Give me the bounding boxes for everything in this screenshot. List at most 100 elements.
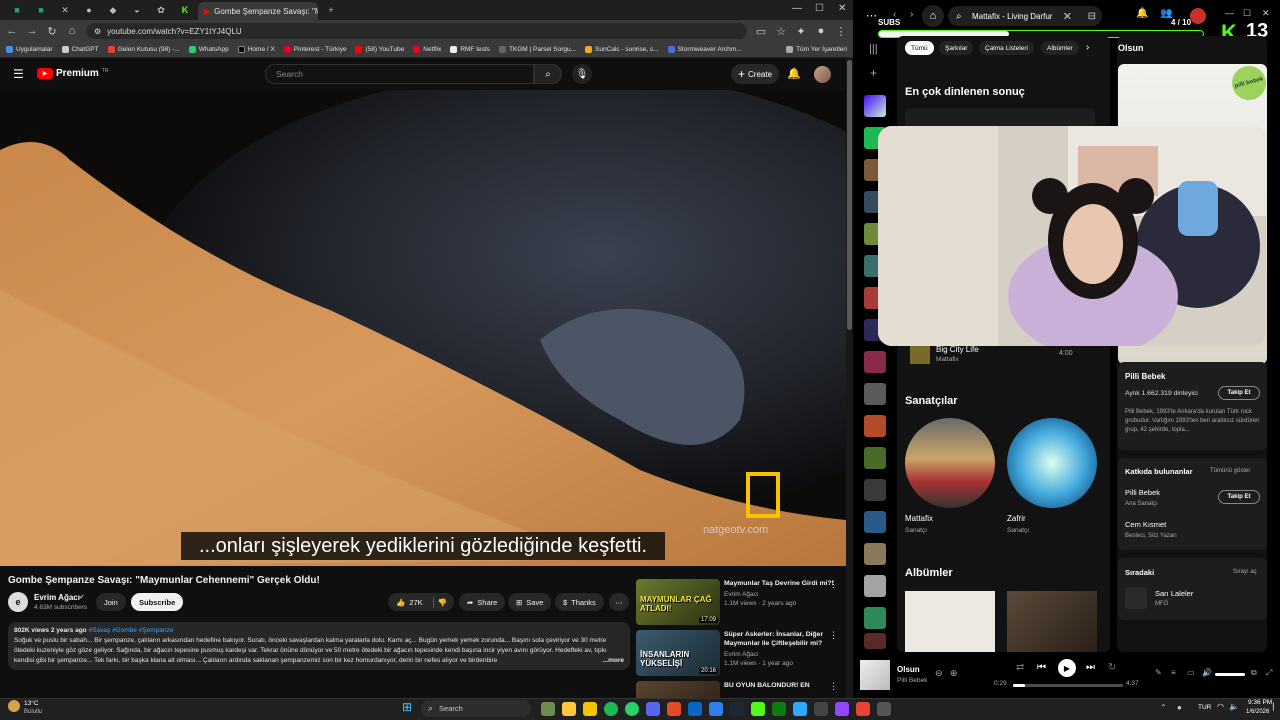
minimize-icon[interactable]: — <box>792 3 802 14</box>
bookmark-x[interactable]: Home / X <box>237 46 275 53</box>
recommendation-menu-icon[interactable]: ⋮ <box>829 630 838 641</box>
avatar[interactable] <box>814 66 831 83</box>
bookmark-tkgm[interactable]: TKGM | Parsel Sorgu... <box>498 46 576 53</box>
recommendation-thumbnail[interactable]: İNSANLARIN YÜKSELİŞİ 20:16 <box>636 630 720 676</box>
queue-track-artist[interactable]: MFÖ <box>1155 601 1168 607</box>
chip-songs[interactable]: Şarkılar <box>939 41 974 55</box>
weather-temperature[interactable]: 13°C <box>24 700 39 707</box>
recommendation-menu-icon[interactable]: ⋮ <box>829 579 838 590</box>
recommendation-thumbnail[interactable] <box>636 681 720 698</box>
library-item[interactable] <box>864 447 886 469</box>
queue-track-title[interactable]: Sarı Laleler <box>1155 589 1193 598</box>
create-button[interactable]: + Create <box>731 64 779 84</box>
recommendation-title[interactable]: Maymunlar Taş Devrine Girdi mi?! <box>724 579 834 588</box>
cast-icon[interactable]: ▭ <box>755 25 767 38</box>
contributor-name[interactable]: Cem Kısmet <box>1125 520 1166 529</box>
youtube-logo[interactable]: ▶ Premium TR <box>37 68 108 79</box>
maximize-icon[interactable]: ☐ <box>815 3 824 14</box>
home-icon[interactable]: ⌂ <box>66 25 78 37</box>
previous-icon[interactable]: ⏮ <box>1037 662 1046 673</box>
search-input[interactable]: Search <box>265 64 534 84</box>
library-item[interactable] <box>864 575 886 597</box>
about-artist-name[interactable]: Pilli Bebek <box>1125 372 1165 381</box>
notifications-icon[interactable]: 🔔 <box>1136 8 1148 19</box>
kick-taskbar-icon[interactable] <box>751 702 765 716</box>
liked-songs-icon[interactable] <box>864 95 886 117</box>
bookmark-suncalc[interactable]: SunCalc - sunrise, s... <box>585 46 659 53</box>
openai-tab-icon[interactable]: ✿ <box>150 2 172 18</box>
github-tab-icon[interactable]: ◆ <box>102 2 124 18</box>
reload-icon[interactable]: ↻ <box>46 25 58 38</box>
follow-button[interactable]: Takip Et <box>1218 386 1260 400</box>
app-taskbar-icon[interactable] <box>688 702 702 716</box>
clock-date[interactable]: 1/6/2026 <box>1246 709 1269 715</box>
recommendation-item[interactable]: İNSANLARIN YÜKSELİŞİ 20:16 Süper Askerle… <box>636 630 846 676</box>
add-to-playlist-icon[interactable]: ⊖ <box>935 668 943 679</box>
menu-dots-icon[interactable]: ⋮ <box>835 25 847 38</box>
bookmark-whatsapp[interactable]: WhatsApp <box>188 46 229 53</box>
library-item[interactable] <box>864 633 886 649</box>
thumbs-down-icon[interactable]: 👎 <box>438 598 447 607</box>
file-explorer-icon[interactable] <box>562 702 576 716</box>
browse-icon[interactable]: ⊟ <box>1088 11 1096 22</box>
photoshop-taskbar-icon[interactable] <box>793 702 807 716</box>
library-item[interactable] <box>864 607 886 629</box>
hamburger-menu-icon[interactable]: ☰ <box>13 67 24 81</box>
url-field[interactable]: ⚙ youtube.com/watch?v=EZY1tYJ4QLU <box>86 23 747 39</box>
chips-next-icon[interactable]: › <box>1086 42 1089 53</box>
app-taskbar-icon[interactable] <box>856 702 870 716</box>
clear-search-icon[interactable]: ✕ <box>1063 10 1072 23</box>
tab-youtube-active[interactable]: ▶ Gombe Şempanze Savaşı: "M ♪ ✕ <box>198 2 318 20</box>
app-taskbar-icon[interactable] <box>709 702 723 716</box>
windows-start-icon[interactable]: ⊞ <box>402 700 412 714</box>
extensions-icon[interactable]: ✦ <box>795 25 807 38</box>
description-tags[interactable]: #Savaş #Gombe #Şempanze <box>88 627 173 634</box>
chrome-icon[interactable] <box>583 702 597 716</box>
artist-name[interactable]: Mattafix <box>905 514 933 523</box>
volume-tray-icon[interactable]: 🔈 <box>1229 702 1239 711</box>
chat-tab-icon[interactable]: ◒ <box>126 2 148 18</box>
app-taskbar-icon[interactable] <box>835 702 849 716</box>
recommendation-item[interactable]: MAYMUNLAR ÇAĞ ATLADI! 17:09 Maymunlar Ta… <box>636 579 846 625</box>
shuffle-icon[interactable]: ⇄ <box>1016 662 1024 673</box>
site-info-icon[interactable]: ⚙ <box>94 27 101 36</box>
next-icon[interactable]: ⏭ <box>1086 662 1095 673</box>
playback-progress-bar[interactable] <box>1013 684 1123 687</box>
kick-tab-icon[interactable]: K <box>174 2 196 18</box>
notifications-bell-icon[interactable]: 🔔 <box>787 67 801 80</box>
artist-image-zafrir[interactable] <box>1007 418 1097 508</box>
sheets-tab-icon[interactable]: ■ <box>30 2 52 18</box>
song-artist[interactable]: Mattafix <box>936 356 959 363</box>
page-scrollbar-thumb[interactable] <box>847 60 852 330</box>
volume-slider[interactable] <box>1215 673 1245 676</box>
thanks-button[interactable]: $ Thanks <box>555 593 604 611</box>
recommendation-thumbnail[interactable]: MAYMUNLAR ÇAĞ ATLADI! 17:09 <box>636 579 720 625</box>
channel-name[interactable]: Evrim Ağacı <box>34 593 80 602</box>
bookmark-pinterest[interactable]: Pinterest - Türkiye <box>283 46 346 53</box>
spotify-minimize-icon[interactable]: — <box>1225 8 1234 18</box>
song-cover[interactable] <box>910 344 930 364</box>
task-view-icon[interactable] <box>541 702 555 716</box>
show-all-link[interactable]: Tümünü göster <box>1210 468 1250 474</box>
now-playing-title[interactable]: Olsun <box>897 665 920 674</box>
description-more-link[interactable]: ...more <box>598 656 624 666</box>
bookmark-rmf[interactable]: RMF tests <box>450 46 490 53</box>
library-item[interactable] <box>864 543 886 565</box>
bookmark-gmail[interactable]: Gelen Kutusu (98) -... <box>107 46 180 53</box>
x-tab-icon[interactable]: ✕ <box>54 2 76 18</box>
recommendation-item[interactable]: BU OYUN BALONDUR! EN ⋮ <box>636 681 846 698</box>
video-player[interactable] <box>0 90 846 566</box>
xbox-taskbar-icon[interactable] <box>772 702 786 716</box>
contributor-name[interactable]: Pilli Bebek <box>1125 488 1160 497</box>
input-language[interactable]: TUR <box>1198 704 1211 711</box>
more-actions-button[interactable]: ⋯ <box>609 593 629 611</box>
now-playing-artist[interactable]: Pilli Bebek <box>897 677 927 684</box>
spotify-menu-dots-icon[interactable]: ⋯ <box>866 9 877 22</box>
chip-albums[interactable]: Albümler <box>1041 41 1079 55</box>
weather-icon[interactable] <box>8 700 20 712</box>
share-button[interactable]: ➦ Share <box>459 593 506 611</box>
volume-icon[interactable]: 🔊 <box>1202 668 1212 677</box>
lyrics-icon[interactable]: ✎ <box>1155 668 1162 677</box>
recommendation-menu-icon[interactable]: ⋮ <box>829 681 838 692</box>
voice-search-button[interactable]: 🎙 <box>572 64 592 84</box>
